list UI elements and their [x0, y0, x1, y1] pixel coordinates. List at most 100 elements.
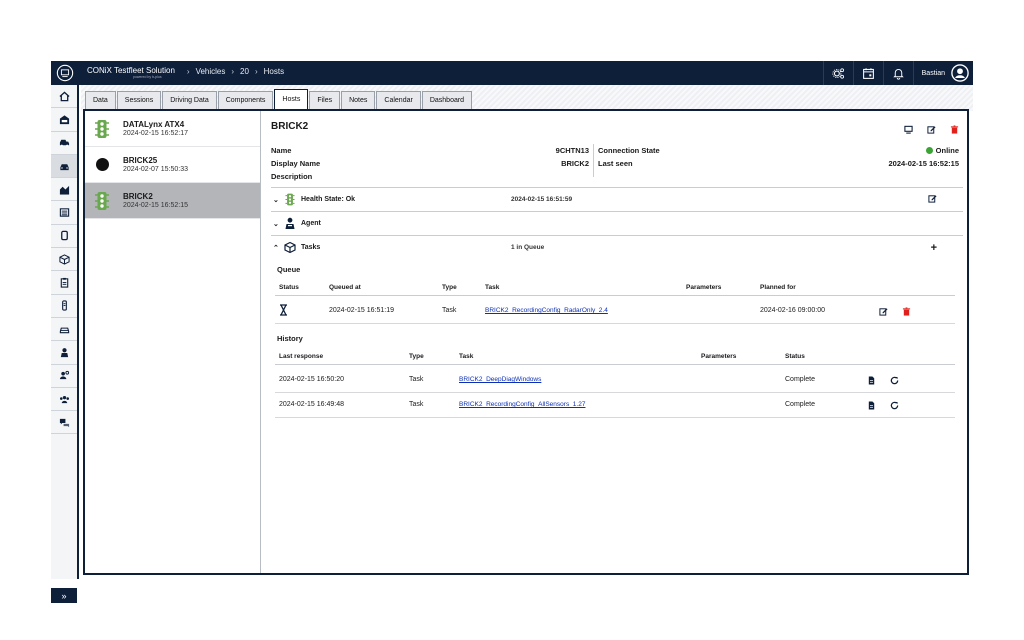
add-task-button[interactable]: + — [931, 242, 937, 254]
refresh-icon[interactable] — [890, 376, 899, 385]
bell-icon — [892, 68, 904, 80]
tab-calendar[interactable]: Calendar — [376, 91, 421, 109]
tab-components[interactable]: Components — [217, 91, 274, 109]
brand-name: CONiX Testfleet Solution — [87, 65, 175, 75]
history-task-link[interactable]: BRICK2_RecordingConfig_AllSensors_1.27 — [459, 401, 585, 408]
brand-subtitle: powered by b-plus — [133, 74, 162, 79]
nav-vehicles-group[interactable] — [51, 132, 77, 155]
tab-sessions[interactable]: Sessions — [116, 91, 162, 109]
nav-groups[interactable] — [51, 388, 77, 412]
queue-col-planned: Planned for — [760, 284, 796, 291]
tab-hosts[interactable]: Hosts — [274, 89, 309, 109]
connection-state-value: Online — [925, 146, 959, 155]
nav-clipboard[interactable] — [51, 271, 77, 295]
trash-icon[interactable] — [902, 307, 911, 316]
host-name: BRICK25 — [123, 156, 158, 166]
car-icon — [59, 163, 69, 170]
tasks-label: Tasks — [301, 244, 321, 251]
nav-storage[interactable] — [51, 225, 77, 249]
history-row: 2024-02-15 16:50:20 Task BRICK2_DeepDiag… — [275, 368, 955, 393]
description-label: Description — [271, 171, 313, 181]
tab-files[interactable]: Files — [309, 91, 341, 109]
double-chevron-right-icon: » — [61, 590, 67, 601]
tab-data[interactable]: Data — [85, 91, 116, 109]
queue-queued-at: 2024-02-15 16:51:19 — [329, 307, 394, 314]
host-title: BRICK2 — [271, 121, 309, 132]
tab-driving-data[interactable]: Driving Data — [162, 91, 217, 109]
breadcrumb-hosts[interactable]: Hosts — [264, 67, 284, 76]
nav-chat[interactable] — [51, 411, 77, 435]
storage-icon — [60, 231, 68, 241]
chevron-up-icon[interactable]: ⌃ — [273, 244, 283, 252]
home-icon — [58, 91, 70, 101]
monitor-icon[interactable] — [904, 125, 913, 134]
health-edit-button[interactable] — [928, 194, 937, 205]
display-name-value: BRICK2 — [561, 159, 589, 168]
tasks-queue-count: 1 in Queue — [511, 244, 545, 251]
offline-dot-icon — [91, 154, 113, 176]
cars-icon — [59, 139, 69, 148]
area-chart-icon — [59, 185, 69, 195]
nav-home[interactable] — [51, 85, 77, 109]
notifications-button[interactable] — [882, 61, 913, 85]
breadcrumb: › Vehicles › 20 › Hosts — [181, 67, 284, 76]
queue-task-link[interactable]: BRICK2_RecordingConfig_RadarOnly_2.4 — [485, 307, 608, 314]
nav-car-front[interactable] — [51, 318, 77, 342]
chevron-right-icon: › — [254, 66, 258, 76]
last-seen-label: Last seen — [598, 158, 633, 168]
plus-icon: + — [930, 241, 937, 254]
tab-bar: Data Sessions Driving Data Components Ho… — [81, 85, 973, 111]
host-date: 2024-02-07 15:50:33 — [123, 165, 188, 173]
chevron-down-icon[interactable]: ⌄ — [273, 220, 283, 228]
app-logo-icon[interactable] — [51, 61, 79, 85]
tasks-section[interactable]: ⌃ Tasks 1 in Queue + — [271, 235, 963, 259]
breadcrumb-vehicles[interactable]: Vehicles — [196, 67, 226, 76]
calendar-button[interactable] — [852, 61, 883, 85]
queue-row-actions — [879, 307, 911, 316]
document-icon[interactable] — [867, 401, 876, 410]
nav-agents[interactable] — [51, 341, 77, 365]
online-text: Online — [935, 146, 959, 155]
refresh-icon[interactable] — [890, 401, 899, 410]
history-col-task: Task — [459, 353, 474, 360]
health-state-time: 2024-02-15 16:51:59 — [511, 196, 573, 203]
user-menu[interactable]: Bastian — [912, 61, 973, 85]
nav-users[interactable] — [51, 365, 77, 388]
tab-dashboard[interactable]: Dashboard — [421, 91, 473, 109]
list-icon — [59, 208, 69, 217]
nav-vehicles[interactable] — [51, 154, 77, 179]
nav-analytics[interactable] — [51, 178, 77, 202]
tabs: Data Sessions Driving Data Components Ho… — [85, 89, 473, 109]
history-last-response: 2024-02-15 16:50:20 — [279, 376, 344, 383]
queue-col-task: Task — [485, 284, 500, 291]
nav-list[interactable] — [51, 201, 77, 225]
traffic-light-icon — [283, 193, 297, 207]
traffic-light-icon — [91, 190, 113, 212]
trash-icon[interactable] — [950, 125, 959, 134]
edit-icon[interactable] — [879, 307, 888, 316]
tab-notes[interactable]: Notes — [341, 91, 376, 109]
user-name: Bastian — [921, 69, 945, 77]
nav-fleet[interactable] — [51, 108, 77, 132]
gears-icon — [832, 67, 844, 79]
edit-icon[interactable] — [927, 125, 936, 134]
content-panel: DATALynx ATX4 2024-02-15 16:52:17 BRICK2… — [83, 109, 969, 575]
host-item-brick2[interactable]: BRICK2 2024-02-15 16:52:15 — [85, 183, 260, 219]
connection-state-label: Connection State — [598, 145, 660, 155]
chevron-right-icon: › — [231, 66, 235, 76]
document-icon[interactable] — [867, 376, 876, 385]
agent-section[interactable]: ⌄ Agent — [271, 211, 963, 235]
settings-button[interactable] — [822, 61, 853, 85]
host-item-brick25[interactable]: BRICK25 2024-02-07 15:50:33 — [85, 147, 260, 183]
host-item-datalynx[interactable]: DATALynx ATX4 2024-02-15 16:52:17 — [85, 111, 260, 147]
queue-planned-for: 2024-02-16 09:00:00 — [760, 307, 825, 314]
expand-nav-button[interactable]: » — [51, 588, 77, 603]
nav-devices[interactable] — [51, 295, 77, 318]
nav-components[interactable] — [51, 248, 77, 272]
queue-col-params: Parameters — [686, 284, 722, 291]
history-task-link[interactable]: BRICK2_DeepDiagWindows — [459, 376, 541, 383]
chevron-down-icon[interactable]: ⌄ — [273, 196, 283, 204]
breadcrumb-vehicle-id[interactable]: 20 — [240, 67, 249, 76]
history-type: Task — [409, 376, 424, 383]
health-section[interactable]: ⌄ Health State: Ok 2024-02-15 16:51:59 — [271, 187, 963, 211]
